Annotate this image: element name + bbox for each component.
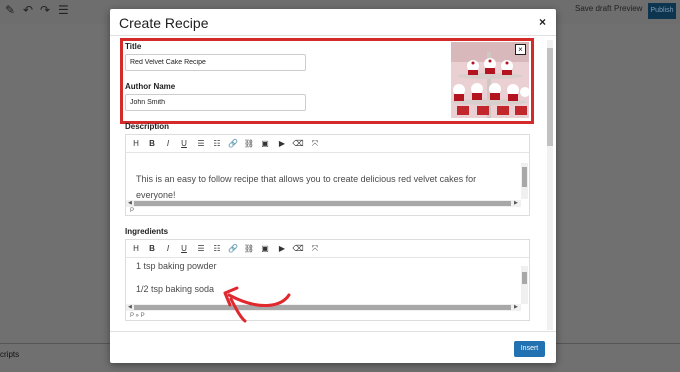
insert-button[interactable]: Insert (514, 341, 545, 357)
description-label: Description (125, 122, 170, 131)
description-line-1: This is an easy to follow recipe that al… (136, 174, 477, 184)
bullet-list-icon[interactable]: ☰ (195, 243, 207, 255)
italic-icon[interactable]: I (162, 138, 174, 150)
pencil-icon[interactable]: ✎ (5, 3, 15, 17)
ingredient-line-2: 1/2 tsp baking soda (136, 284, 215, 294)
video-icon[interactable]: ▶ (276, 243, 288, 255)
unlink-icon[interactable]: ⛓ (243, 138, 255, 150)
save-draft-button[interactable]: Save draft (575, 4, 611, 13)
fullscreen-icon[interactable]: ⤧ (309, 138, 321, 150)
image-icon[interactable]: ▣ (259, 243, 271, 255)
eraser-icon[interactable]: ⌫ (292, 138, 304, 150)
eraser-icon[interactable]: ⌫ (292, 243, 304, 255)
bullet-list-icon[interactable]: ☰ (195, 138, 207, 150)
ingredients-label: Ingredients (125, 227, 169, 236)
underline-icon[interactable]: U (178, 243, 190, 255)
link-icon[interactable]: 🔗 (227, 138, 239, 150)
italic-icon[interactable]: I (162, 243, 174, 255)
numbered-list-icon[interactable]: ☷ (211, 243, 223, 255)
modal-title: Create Recipe (119, 15, 209, 31)
ingredients-hscroll[interactable] (126, 304, 521, 311)
preview-button[interactable]: Preview (614, 4, 642, 13)
ingredients-status: P » P (130, 313, 145, 319)
footer-text: cripts (0, 350, 20, 359)
video-icon[interactable]: ▶ (276, 138, 288, 150)
undo-icon[interactable]: ↶ (23, 3, 33, 17)
unlink-icon[interactable]: ⛓ (243, 243, 255, 255)
underline-icon[interactable]: U (178, 138, 190, 150)
annotation-arrow-icon (223, 286, 291, 323)
heading-icon[interactable]: H (130, 243, 142, 255)
ingredients-vscroll[interactable] (521, 266, 528, 304)
ingredient-line-1: 1 tsp baking powder (136, 261, 217, 271)
bold-icon[interactable]: B (146, 138, 158, 150)
ingredients-editor[interactable]: H B I U ☰ ☷ 🔗 ⛓ ▣ ▶ ⌫ ⤧ 1 tsp baking pow… (125, 239, 530, 321)
publish-button[interactable]: Publish (648, 3, 676, 19)
image-icon[interactable]: ▣ (259, 138, 271, 150)
bold-icon[interactable]: B (146, 243, 158, 255)
fullscreen-icon[interactable]: ⤧ (309, 243, 321, 255)
description-toolbar: H B I U ☰ ☷ 🔗 ⛓ ▣ ▶ ⌫ ⤧ (126, 135, 529, 153)
close-icon[interactable]: × (539, 15, 546, 29)
link-icon[interactable]: 🔗 (227, 243, 239, 255)
redo-icon[interactable]: ↷ (40, 3, 50, 17)
ingredients-toolbar: H B I U ☰ ☷ 🔗 ⛓ ▣ ▶ ⌫ ⤧ (126, 240, 529, 258)
numbered-list-icon[interactable]: ☷ (211, 138, 223, 150)
highlight-box (120, 38, 534, 124)
outline-icon[interactable]: ☰ (58, 3, 69, 17)
description-editor[interactable]: H B I U ☰ ☷ 🔗 ⛓ ▣ ▶ ⌫ ⤧ This is an easy … (125, 134, 530, 216)
description-hscroll[interactable] (126, 200, 521, 207)
ingredients-content[interactable]: 1 tsp baking powder 1/2 tsp baking soda (126, 259, 529, 304)
modal-footer: Insert (110, 331, 556, 363)
description-vscroll[interactable] (521, 163, 528, 199)
description-status: P (130, 208, 135, 214)
heading-icon[interactable]: H (130, 138, 142, 150)
modal-scrollbar[interactable] (547, 40, 553, 330)
